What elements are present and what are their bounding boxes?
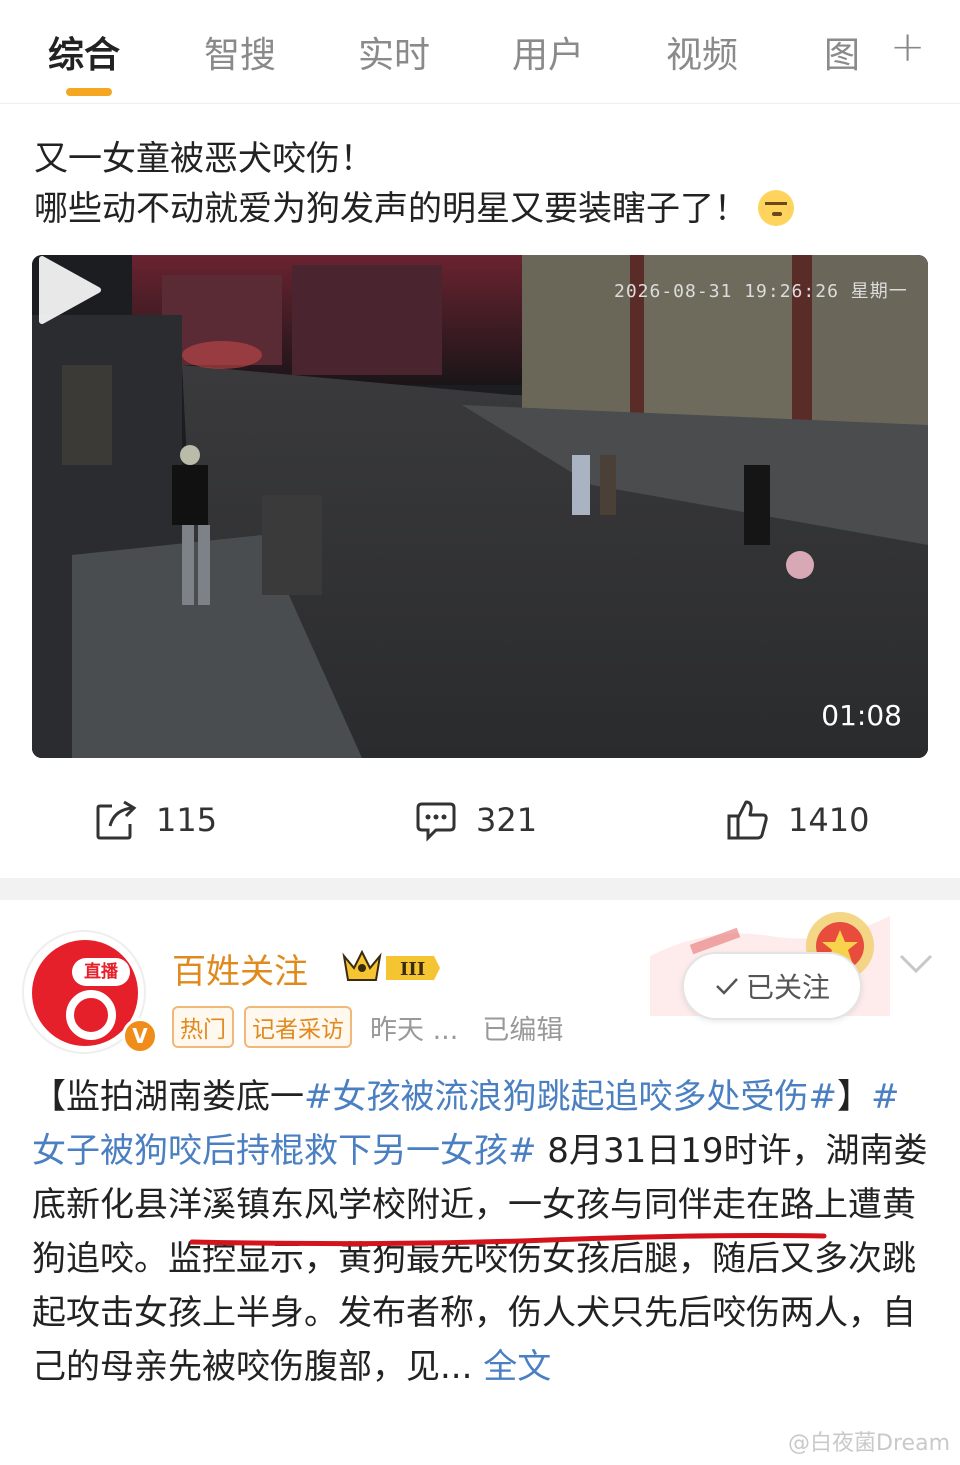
follow-label: 已关注: [745, 971, 830, 1004]
video-duration: 01:08: [821, 699, 902, 732]
post1-text[interactable]: 又一女童被恶犬咬伤！ 哪些动不动就爱为狗发声的明星又要装瞎子了！: [34, 134, 934, 234]
edited-label: 已编辑: [482, 1014, 564, 1046]
feed-divider: [0, 878, 960, 900]
body-text-3: 8月31日19时许，: [536, 1131, 826, 1171]
video-timestamp: 2026-08-31 19:26:26 星期一: [614, 281, 908, 302]
repost-count: 115: [156, 801, 218, 839]
post-time: 昨天 ...: [370, 1014, 459, 1046]
tab-users[interactable]: 用户: [512, 26, 584, 78]
body-text-1: 【监拍湖南娄底一: [32, 1077, 304, 1117]
live-label: 直播: [72, 958, 130, 986]
video-player[interactable]: 2026-08-31 19:26:26 星期一 01:08: [32, 255, 928, 758]
tab-comprehensive[interactable]: 综合: [48, 26, 120, 78]
repost-button[interactable]: 115: [94, 798, 217, 842]
follow-button[interactable]: 已关注: [682, 952, 862, 1020]
member-level-label: III: [400, 959, 425, 980]
comment-button[interactable]: 321: [414, 798, 537, 842]
tag-interview[interactable]: 记者采访: [244, 1006, 352, 1048]
member-crown-icon: III: [342, 949, 440, 981]
active-tab-indicator: [66, 88, 112, 96]
like-button[interactable]: 1410: [726, 798, 869, 842]
tab-videos[interactable]: 视频: [666, 26, 738, 78]
post1-line2: 哪些动不动就爱为狗发声的明星又要装瞎子了！: [34, 184, 934, 234]
dizzy-face-emoji-icon: [758, 190, 794, 226]
read-more-link[interactable]: 全文: [472, 1347, 551, 1387]
body-text-2: 】: [836, 1077, 871, 1117]
watermark: @白夜菌Dream: [788, 1431, 950, 1456]
avatar-ring-icon: [66, 990, 116, 1040]
username[interactable]: 百姓关注: [172, 944, 308, 993]
video-thumbnail: [32, 255, 928, 758]
thumbs-up-icon: [727, 800, 768, 840]
play-icon[interactable]: [32, 255, 102, 325]
post1-action-bar: 115 321 1410: [0, 790, 960, 850]
red-highlight-underline: [189, 1233, 827, 1247]
tab-realtime[interactable]: 实时: [358, 26, 430, 78]
chevron-down-icon[interactable]: [898, 952, 934, 976]
post1-line1: 又一女童被恶犬咬伤！: [34, 139, 374, 179]
avatar[interactable]: 直播 V: [22, 930, 158, 1054]
comment-count: 321: [476, 801, 538, 839]
post2-meta-row: 热门 记者采访 昨天 ... 已编辑: [172, 1006, 563, 1048]
post1-line2-text: 哪些动不动就爱为狗发声的明星又要装瞎子了！: [34, 189, 748, 229]
checkmark-icon: [716, 978, 738, 995]
tab-images[interactable]: 图: [824, 26, 860, 78]
search-tab-bar: 综合 智搜 实时 用户 视频 图 +: [0, 0, 960, 104]
repost-icon: [96, 800, 137, 840]
tab-smart-search[interactable]: 智搜: [204, 26, 276, 78]
like-count: 1410: [788, 801, 870, 839]
comment-icon: [416, 802, 456, 842]
hashtag-link-1[interactable]: #女孩被流浪狗跳起追咬多处受伤#: [304, 1077, 837, 1117]
tag-hot[interactable]: 热门: [172, 1006, 234, 1048]
verified-badge-icon: V: [122, 1018, 158, 1054]
more-tabs-button[interactable]: +: [890, 22, 925, 71]
